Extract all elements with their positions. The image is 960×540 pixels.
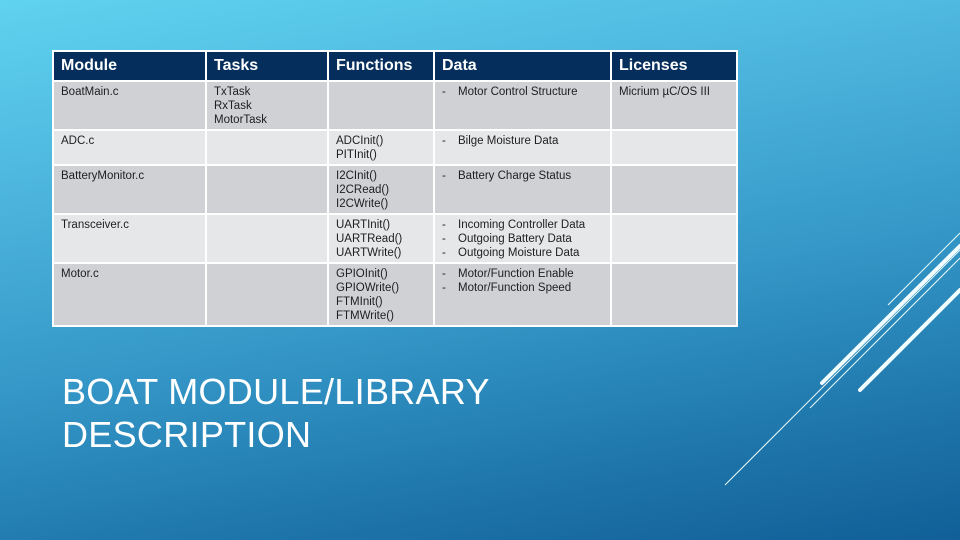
cell-functions: UARTInit() UARTRead() UARTWrite() bbox=[327, 213, 435, 264]
header-licenses: Licenses bbox=[610, 50, 738, 82]
function-item: UARTRead() bbox=[336, 233, 403, 245]
cell-data: - Battery Charge Status bbox=[433, 164, 612, 215]
bullet-dash: - bbox=[442, 233, 446, 245]
task-item: MotorTask bbox=[214, 114, 268, 126]
slide-title: BOAT MODULE/LIBRARY DESCRIPTION bbox=[62, 370, 490, 456]
cell-functions: I2CInit() I2CRead() I2CWrite() bbox=[327, 164, 435, 215]
cell-tasks: TxTask RxTask MotorTask bbox=[205, 80, 329, 131]
table-row: Motor.c GPIOInit() GPIOWrite() FTMInit() FTM… bbox=[52, 262, 738, 327]
bullet-dash: - bbox=[442, 135, 446, 147]
header-tasks: Tasks bbox=[205, 50, 329, 82]
cell-licenses: Micrium µC/OS III bbox=[610, 80, 738, 131]
function-item: GPIOInit() bbox=[336, 268, 388, 280]
header-module: Module bbox=[52, 50, 207, 82]
table-row: Transceiver.c UARTInit() UARTRead() UARTWri… bbox=[52, 213, 738, 264]
bullet-dash: - bbox=[442, 268, 446, 280]
deco-line-thick-2 bbox=[858, 288, 960, 392]
bullet-dash: - bbox=[442, 247, 446, 259]
cell-data: - Bilge Moisture Data bbox=[433, 129, 612, 166]
function-item: I2CInit() bbox=[336, 170, 377, 182]
function-item: GPIOWrite() bbox=[336, 282, 400, 294]
data-item-text: Battery Charge Status bbox=[458, 170, 572, 182]
data-bullet-item: - Motor/Function Enable bbox=[442, 267, 604, 281]
cell-tasks bbox=[205, 164, 329, 215]
cell-tasks bbox=[205, 262, 329, 327]
task-item: RxTask bbox=[214, 100, 252, 112]
cell-functions: ADCInit() PITInit() bbox=[327, 129, 435, 166]
slide-title-line-2: DESCRIPTION bbox=[62, 414, 312, 455]
slide-title-line-1: BOAT MODULE/LIBRARY bbox=[62, 371, 490, 412]
data-item-text: Motor Control Structure bbox=[458, 86, 578, 98]
function-item: FTMInit() bbox=[336, 296, 383, 308]
bullet-dash: - bbox=[442, 86, 446, 98]
data-item-text: Motor/Function Enable bbox=[458, 268, 574, 280]
module-table: Module Tasks Functions Data Licenses Boa… bbox=[52, 50, 738, 327]
cell-licenses bbox=[610, 129, 738, 166]
cell-functions bbox=[327, 80, 435, 131]
cell-module: BatteryMonitor.c bbox=[52, 164, 207, 215]
table-row: ADC.c ADCInit() PITInit() - Bilge Moisture D… bbox=[52, 129, 738, 166]
data-bullet-item: - Incoming Controller Data bbox=[442, 218, 604, 232]
data-bullet-item: - Outgoing Battery Data bbox=[442, 232, 604, 246]
data-item-text: Outgoing Battery Data bbox=[458, 233, 572, 245]
data-bullet-item: - Outgoing Moisture Data bbox=[442, 246, 604, 260]
deco-line-thin-2 bbox=[809, 257, 960, 409]
cell-licenses bbox=[610, 213, 738, 264]
header-functions: Functions bbox=[327, 50, 435, 82]
cell-data: - Motor Control Structure bbox=[433, 80, 612, 131]
data-item-text: Incoming Controller Data bbox=[458, 219, 586, 231]
cell-functions: GPIOInit() GPIOWrite() FTMInit() FTMWrite() bbox=[327, 262, 435, 327]
bullet-dash: - bbox=[442, 219, 446, 231]
table-row: BatteryMonitor.c I2CInit() I2CRead() I2CWri… bbox=[52, 164, 738, 215]
slide: Module Tasks Functions Data Licenses Boa… bbox=[0, 0, 960, 540]
deco-line-thick-1 bbox=[820, 244, 960, 385]
cell-module: BoatMain.c bbox=[52, 80, 207, 131]
table-header-row: Module Tasks Functions Data Licenses bbox=[52, 50, 738, 82]
function-item: UARTWrite() bbox=[336, 247, 402, 259]
deco-line-thin-long bbox=[724, 249, 960, 486]
data-item-text: Bilge Moisture Data bbox=[458, 135, 559, 147]
cell-tasks bbox=[205, 129, 329, 166]
cell-data: - Motor/Function Enable - Motor/Function Sp… bbox=[433, 262, 612, 327]
data-item-text: Outgoing Moisture Data bbox=[458, 247, 580, 259]
data-bullet-item: - Battery Charge Status bbox=[442, 169, 604, 183]
cell-licenses bbox=[610, 164, 738, 215]
table-row: BoatMain.c TxTask RxTask MotorTask - Motor Co… bbox=[52, 80, 738, 131]
cell-module: Transceiver.c bbox=[52, 213, 207, 264]
bullet-dash: - bbox=[442, 282, 446, 294]
data-bullet-item: - Motor Control Structure bbox=[442, 85, 604, 99]
cell-module: Motor.c bbox=[52, 262, 207, 327]
task-item: TxTask bbox=[214, 86, 251, 98]
cell-licenses bbox=[610, 262, 738, 327]
cell-data: - Incoming Controller Data - Outgoing Batte… bbox=[433, 213, 612, 264]
function-item: I2CRead() bbox=[336, 184, 390, 196]
data-bullet-item: - Motor/Function Speed bbox=[442, 281, 604, 295]
data-item-text: Motor/Function Speed bbox=[458, 282, 572, 294]
header-data: Data bbox=[433, 50, 612, 82]
cell-module: ADC.c bbox=[52, 129, 207, 166]
data-bullet-item: - Bilge Moisture Data bbox=[442, 134, 604, 148]
function-item: FTMWrite() bbox=[336, 310, 394, 322]
function-item: PITInit() bbox=[336, 149, 377, 161]
cell-tasks bbox=[205, 213, 329, 264]
function-item: ADCInit() bbox=[336, 135, 384, 147]
bullet-dash: - bbox=[442, 170, 446, 182]
function-item: UARTInit() bbox=[336, 219, 391, 231]
function-item: I2CWrite() bbox=[336, 198, 389, 210]
